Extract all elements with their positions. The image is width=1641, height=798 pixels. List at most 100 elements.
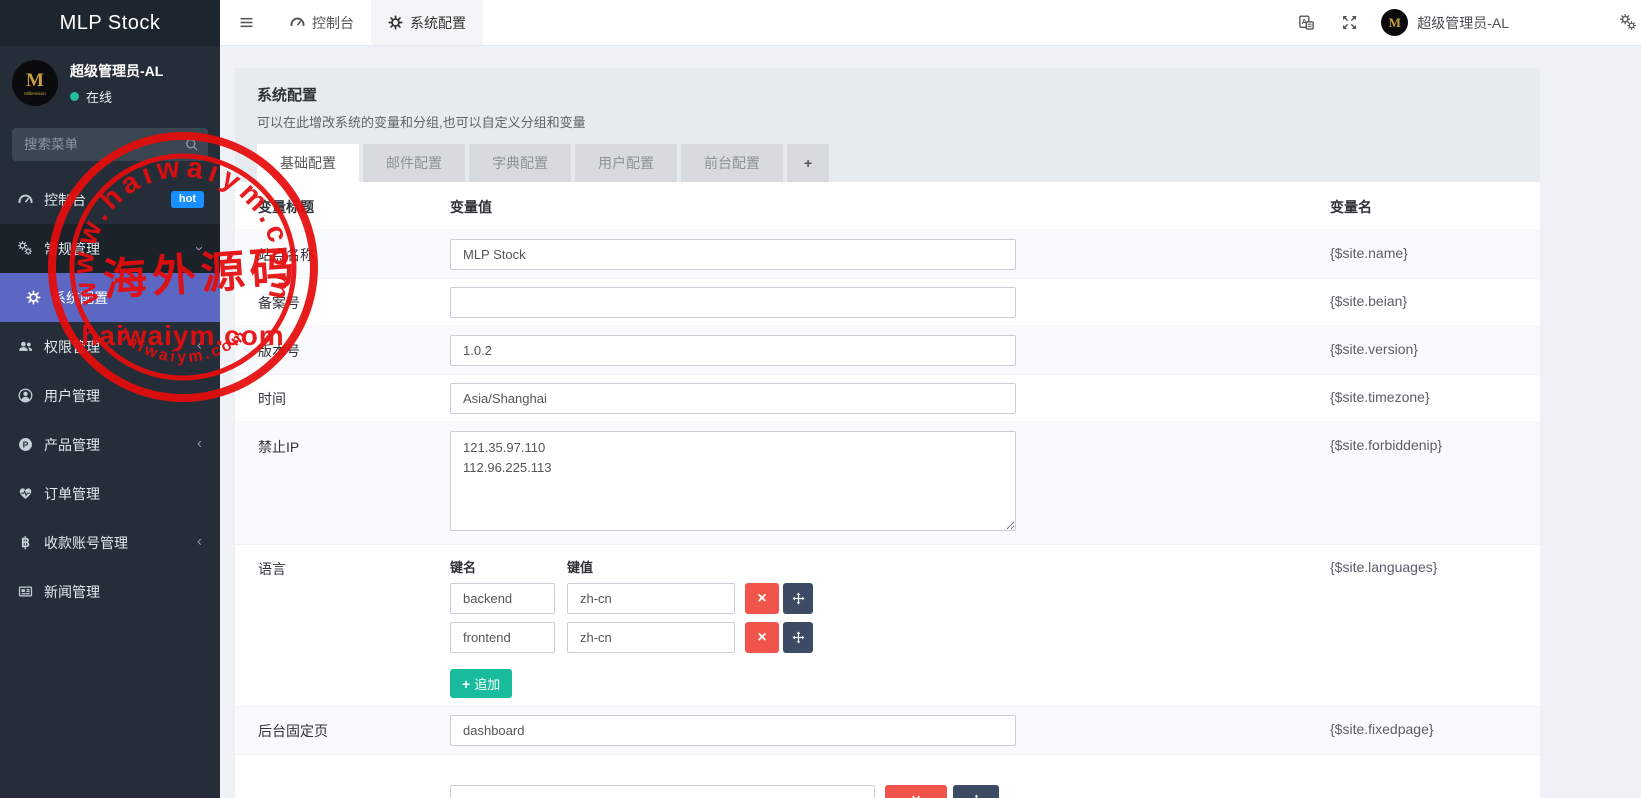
- sidebar-item-label: 常规管理: [44, 239, 100, 259]
- topbar-user[interactable]: M 超级管理员-AL: [1371, 9, 1519, 36]
- tab-dictionary-config[interactable]: 字典配置: [469, 144, 571, 182]
- config-title: 版本号: [258, 335, 450, 366]
- topnav-dashboard[interactable]: 控制台: [273, 0, 371, 45]
- app-window: MLP Stock M Millennium 超级管理员-AL 在线 控制台: [0, 0, 1641, 798]
- kv-row: [450, 583, 1330, 614]
- sidebar-item-users[interactable]: 用户管理: [0, 371, 220, 420]
- forbidden-ip-textarea[interactable]: 121.35.97.110 112.96.225.113: [450, 431, 1016, 531]
- close-icon: [757, 630, 766, 646]
- kv-key-input[interactable]: [450, 583, 555, 614]
- site-name-input[interactable]: [450, 239, 1016, 270]
- sidebar-item-dashboard[interactable]: 控制台 hot: [0, 175, 220, 224]
- column-header-varname: 变量名: [1330, 197, 1540, 217]
- config-title: 后台固定页: [258, 715, 450, 746]
- variable-name: {$site.timezone}: [1330, 383, 1540, 414]
- add-tab-button[interactable]: +: [787, 144, 829, 182]
- sidebar-toggle-button[interactable]: [220, 0, 273, 45]
- user-name: 超级管理员-AL: [1417, 13, 1509, 33]
- sidebar-item-products[interactable]: 产品管理: [0, 420, 220, 469]
- avatar-letter: M: [26, 71, 44, 90]
- table-row: 时间 {$site.timezone}: [235, 374, 1540, 422]
- kv-value-input[interactable]: [567, 622, 735, 653]
- kv-headers: 键名 键值: [450, 557, 1330, 576]
- tab-user-config[interactable]: 用户配置: [575, 144, 677, 182]
- column-header-value: 变量值: [450, 197, 1330, 217]
- kv-row: [450, 785, 1330, 798]
- topbar-right: M 超级管理员-AL: [1285, 0, 1641, 45]
- search-input[interactable]: [12, 128, 208, 161]
- sidebar-item-payment-accounts[interactable]: 收款账号管理: [0, 518, 220, 567]
- language-icon: [1298, 14, 1315, 31]
- sidebar-item-label: 产品管理: [44, 435, 100, 455]
- sidebar-item-news[interactable]: 新闻管理: [0, 567, 220, 616]
- sidebar-item-system-config[interactable]: 系统配置: [0, 273, 220, 322]
- drag-pair-button[interactable]: [953, 785, 999, 798]
- table-row: 禁止IP 121.35.97.110 112.96.225.113 {$site…: [235, 422, 1540, 544]
- config-tabs: 基础配置 邮件配置 字典配置 用户配置 前台配置 +: [257, 144, 1518, 182]
- tab-mail-config[interactable]: 邮件配置: [363, 144, 465, 182]
- key-value-header: 键值: [567, 557, 684, 576]
- chevron-down-icon: [194, 241, 204, 256]
- sidebar-item-label: 用户管理: [44, 386, 100, 406]
- chevron-left-icon: [194, 535, 204, 550]
- sidebar-item-label: 新闻管理: [44, 582, 100, 602]
- plus-icon: [462, 676, 474, 692]
- fullscreen-button[interactable]: [1328, 0, 1371, 45]
- config-title: [258, 785, 450, 798]
- sidebar-item-general[interactable]: 常规管理: [0, 224, 220, 273]
- gear-icon: [26, 290, 41, 305]
- delete-pair-button[interactable]: [745, 622, 779, 653]
- sidebar-item-label: 控制台: [44, 190, 86, 210]
- append-label: 追加: [474, 674, 500, 693]
- table-row: 备案号 {$site.beian}: [235, 278, 1540, 326]
- heartbeat-icon: [18, 486, 33, 501]
- search-icon: [184, 137, 199, 152]
- kv-key-input[interactable]: [450, 622, 555, 653]
- chevron-left-icon: [194, 437, 204, 452]
- app-logo[interactable]: MLP Stock: [0, 0, 220, 46]
- delete-pair-button[interactable]: [745, 583, 779, 614]
- page-title: 系统配置: [257, 84, 1518, 105]
- table-header-row: 变量标题 变量值 变量名: [235, 182, 1540, 230]
- config-title: 禁止IP: [258, 431, 450, 536]
- append-button[interactable]: 追加: [450, 669, 512, 698]
- fixedpage-input[interactable]: [450, 715, 1016, 746]
- chevron-left-icon: [194, 339, 204, 354]
- avatar: M Millennium: [12, 60, 58, 106]
- kv-value-input[interactable]: [567, 583, 735, 614]
- sidebar-item-label: 收款账号管理: [44, 533, 128, 553]
- user-status: 在线: [70, 87, 163, 106]
- beian-input[interactable]: [450, 287, 1016, 318]
- avatar-caption: Millennium: [24, 91, 46, 96]
- variable-name: {$site.version}: [1330, 335, 1540, 366]
- column-header-title: 变量标题: [258, 197, 450, 217]
- version-input[interactable]: [450, 335, 1016, 366]
- move-icon: [792, 631, 805, 644]
- language-button[interactable]: [1285, 0, 1328, 45]
- bitcoin-icon: [18, 535, 33, 550]
- variable-name: [1330, 785, 1540, 798]
- sidebar-item-auth[interactable]: 权限管理: [0, 322, 220, 371]
- move-icon: [970, 794, 983, 798]
- config-table: 变量标题 变量值 变量名 站点名称 {$site.name} 备案号 {$sit…: [235, 182, 1540, 798]
- sidebar-item-label: 权限管理: [44, 337, 100, 357]
- gears-icon: [18, 241, 33, 256]
- drag-pair-button[interactable]: [783, 583, 813, 614]
- drag-pair-button[interactable]: [783, 622, 813, 653]
- user-name: 超级管理员-AL: [70, 61, 163, 81]
- settings-button[interactable]: [1607, 0, 1641, 45]
- system-config-panel: 系统配置 可以在此增改系统的变量和分组,也可以自定义分组和变量 基础配置 邮件配…: [235, 68, 1540, 798]
- product-icon: [18, 437, 33, 452]
- delete-pair-button[interactable]: [885, 785, 947, 798]
- timezone-input[interactable]: [450, 383, 1016, 414]
- tab-frontend-config[interactable]: 前台配置: [681, 144, 783, 182]
- kv-value-input[interactable]: [450, 785, 875, 798]
- topnav-system-config[interactable]: 系统配置: [371, 0, 483, 45]
- avatar: M: [1381, 9, 1408, 36]
- fullscreen-icon: [1341, 14, 1358, 31]
- variable-name: {$site.languages}: [1330, 553, 1540, 698]
- sidebar-item-orders[interactable]: 订单管理: [0, 469, 220, 518]
- tab-basic-config[interactable]: 基础配置: [257, 144, 359, 182]
- table-row: 站点名称 {$site.name}: [235, 230, 1540, 278]
- dashboard-icon: [290, 15, 305, 30]
